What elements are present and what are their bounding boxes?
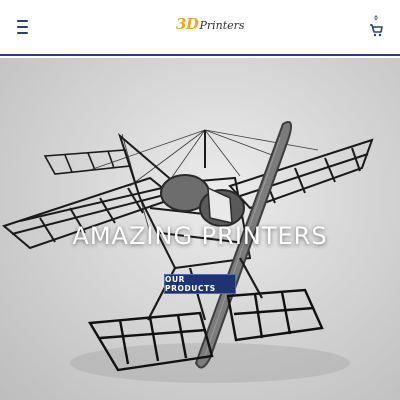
- logo-name: Printers: [199, 18, 245, 32]
- cart-button[interactable]: 0: [369, 15, 383, 37]
- logo-prefix: 3D: [176, 15, 199, 33]
- hero-title: AMAZING PRINTERS: [72, 222, 328, 250]
- our-products-button[interactable]: OUR PRODUCTS: [164, 274, 236, 294]
- hero-banner: AMAZING PRINTERS OUR PRODUCTS: [0, 58, 400, 400]
- hamburger-menu-icon[interactable]: [17, 20, 28, 34]
- cart-count-badge: 0: [374, 16, 378, 22]
- site-header: 3D Printers 0: [0, 0, 400, 56]
- site-logo[interactable]: 3D Printers: [176, 12, 245, 36]
